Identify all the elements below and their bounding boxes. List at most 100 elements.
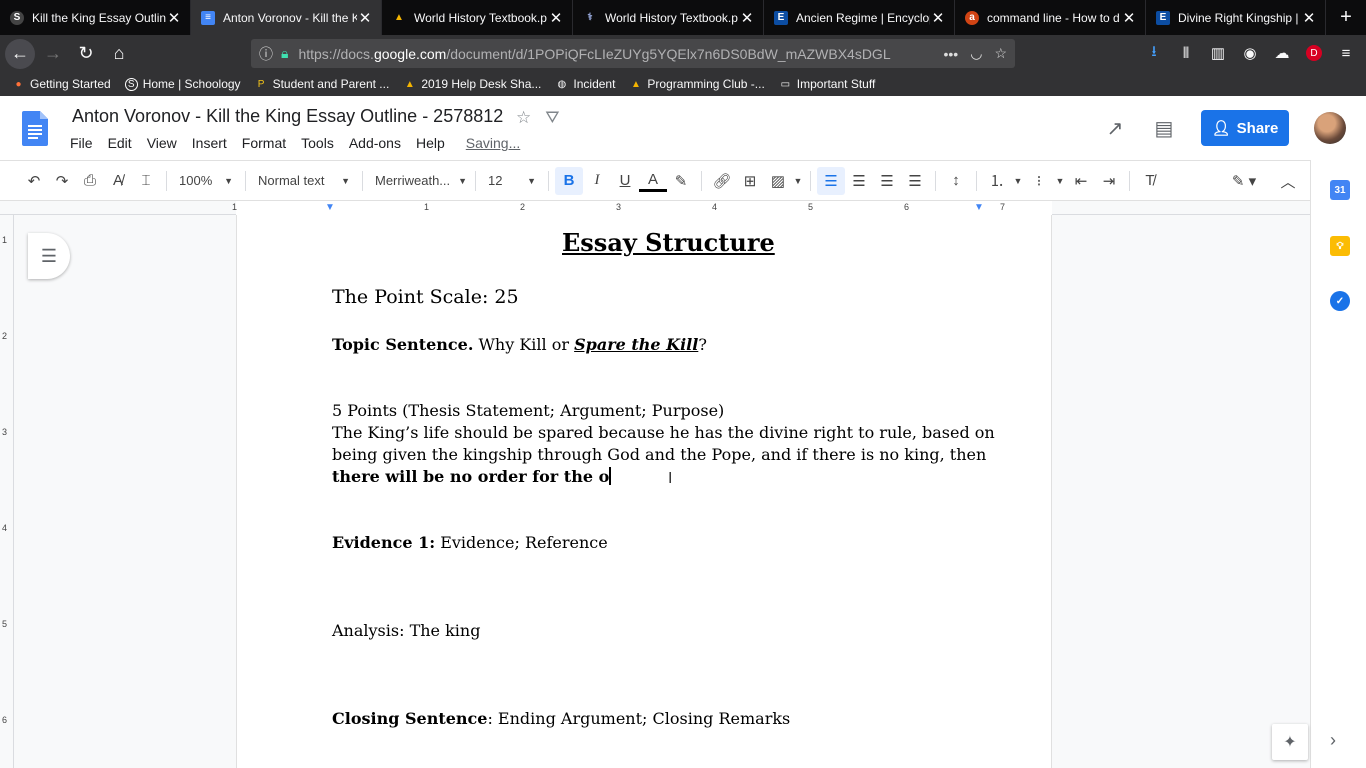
page-actions-icon[interactable]: ••• [944,46,959,62]
forward-arrow-icon[interactable]: → [38,39,68,69]
undo-icon[interactable]: ↶ [20,167,48,195]
spellcheck-icon[interactable]: A̸ [104,167,132,195]
sync-icon[interactable]: ☁ [1268,39,1296,67]
numbered-list-icon[interactable]: ⒈ [983,167,1011,195]
browser-tab[interactable]: a command line - How to d ✕ [955,0,1146,35]
point-scale-line[interactable]: The Point Scale: 25 [332,286,519,308]
close-tab-icon[interactable]: ✕ [357,9,373,27]
docs-logo-icon[interactable] [22,111,48,146]
link-icon[interactable]: 🔗︎ [708,167,736,195]
share-button[interactable]: 👤︎ Share [1201,110,1289,146]
menu-edit[interactable]: Edit [108,135,132,151]
add-comment-icon[interactable]: ⊞ [736,167,764,195]
bold-icon[interactable]: B [555,166,583,195]
align-justify-icon[interactable]: ☰ [901,167,929,195]
home-icon[interactable]: ⌂ [104,39,134,69]
pocket-icon[interactable]: ◡ [970,45,982,62]
italic-icon[interactable]: I [583,167,611,195]
analysis-line[interactable]: Analysis: The king [332,621,480,640]
browser-tab[interactable]: ▲ World History Textbook.p ✕ [382,0,573,35]
avatar[interactable] [1314,112,1346,144]
text-color-icon[interactable]: A [639,170,667,192]
close-tab-icon[interactable]: ✕ [548,9,564,27]
font-size-select[interactable]: 12 ▼ [482,173,542,188]
menu-icon[interactable]: ≡ [1332,39,1360,67]
address-bar[interactable]: ⓘ 🔒︎ https://docs.google.com/document/d/… [251,39,1015,68]
extension-d-icon[interactable]: D [1300,39,1328,67]
calendar-icon[interactable]: 31 [1330,180,1350,200]
document-outline-icon[interactable]: ☰ [28,233,70,279]
library-icon[interactable]: ⫴ [1172,39,1200,67]
info-icon[interactable]: ⓘ [259,44,273,64]
browser-tab[interactable]: E Ancien Regime | Encyclop ✕ [764,0,955,35]
menu-addons[interactable]: Add-ons [349,135,401,151]
clear-formatting-icon[interactable]: T̸ [1136,167,1164,195]
points-line[interactable]: 5 Points (Thesis Statement; Argument; Pu… [332,401,724,420]
menu-tools[interactable]: Tools [301,135,334,151]
insert-image-icon[interactable]: ▨ [764,167,792,195]
document-canvas[interactable]: ☰ Essay Structure The Point Scale: 25 To… [14,215,1310,768]
collapse-menus-icon[interactable]: ︿ [1274,167,1302,195]
save-status[interactable]: Saving... [466,135,520,151]
bulleted-list-icon[interactable]: ⁝ [1025,167,1053,195]
chevron-down-icon[interactable]: ▼ [792,167,804,195]
paint-format-icon[interactable]: ⌶ [132,167,160,195]
redo-icon[interactable]: ↷ [48,167,76,195]
chevron-right-icon[interactable]: › [1330,730,1336,751]
increase-indent-icon[interactable]: ⇥ [1095,167,1123,195]
menu-insert[interactable]: Insert [192,135,227,151]
editing-mode-icon[interactable]: ✎ ▾ [1230,167,1258,195]
vertical-ruler[interactable]: 1 2 3 4 5 6 [0,215,14,768]
bookmark-schoology[interactable]: S Home | Schoology [124,77,241,91]
bookmark-programming-club[interactable]: ▲ Programming Club -... [629,77,765,91]
move-to-folder-icon[interactable]: ⛛ [545,108,559,128]
closing-line[interactable]: Closing Sentence: Ending Argument; Closi… [332,709,790,728]
left-indent-marker[interactable]: ▼ [325,202,335,213]
bookmark-help-desk[interactable]: ▲ 2019 Help Desk Sha... [403,77,542,91]
close-tab-icon[interactable]: ✕ [166,9,182,27]
browser-tab[interactable]: S Kill the King Essay Outlin ✕ [0,0,191,35]
right-indent-marker[interactable]: ▼ [974,202,984,213]
align-right-icon[interactable]: ☰ [873,167,901,195]
explore-icon[interactable]: ✦ [1272,724,1308,760]
chevron-down-icon[interactable]: ▼ [1053,167,1067,195]
highlight-icon[interactable]: ✎ [667,167,695,195]
menu-file[interactable]: File [70,135,93,151]
document-title[interactable]: Anton Voronov - Kill the King Essay Outl… [72,106,503,127]
evidence-line[interactable]: Evidence 1: Evidence; Reference [332,533,608,552]
menu-format[interactable]: Format [242,135,286,151]
bookmark-star-icon[interactable]: ☆ [994,45,1007,62]
download-icon[interactable]: ⭳ [1140,39,1168,67]
star-icon[interactable]: ☆ [516,108,531,128]
align-left-icon[interactable]: ☰ [817,166,845,195]
essay-heading[interactable]: Essay Structure [562,228,775,257]
style-select[interactable]: Normal text ▼ [252,173,356,188]
thesis-line-3[interactable]: there will be no order for the o [332,467,611,486]
menu-view[interactable]: View [147,135,177,151]
thesis-line-2[interactable]: being given the kingship through God and… [332,445,986,464]
tasks-icon[interactable]: ✓ [1330,291,1350,311]
font-select[interactable]: Merriweath... ▼ [369,173,469,188]
close-tab-icon[interactable]: ✕ [1301,9,1317,27]
bookmark-important-stuff[interactable]: ▭ Important Stuff [779,77,876,91]
line-spacing-icon[interactable]: ↕ [942,167,970,195]
browser-tab-active[interactable]: ≡ Anton Voronov - Kill the K ✕ [191,0,382,35]
underline-icon[interactable]: U [611,167,639,195]
reload-icon[interactable]: ↻ [71,39,101,69]
browser-tab[interactable]: ⚕ World History Textbook.p ✕ [573,0,764,35]
topic-sentence-line[interactable]: Topic Sentence. Why Kill or Spare the Ki… [332,335,707,354]
chevron-down-icon[interactable]: ▼ [1011,167,1025,195]
back-arrow-icon[interactable]: ← [5,38,35,69]
bookmark-incident[interactable]: ◍ Incident [555,77,616,91]
new-tab-icon[interactable]: + [1331,0,1361,35]
decrease-indent-icon[interactable]: ⇤ [1067,167,1095,195]
bookmark-student-parent[interactable]: P Student and Parent ... [255,77,390,91]
sidebar-icon[interactable]: ▥ [1204,39,1232,67]
keep-icon[interactable]: 💡︎ [1330,236,1350,256]
browser-tab[interactable]: E Divine Right Kingship | E ✕ [1146,0,1326,35]
close-tab-icon[interactable]: ✕ [930,9,946,27]
comments-icon[interactable]: ▤ [1152,116,1176,141]
account-icon[interactable]: ◉ [1236,39,1264,67]
activity-trend-icon[interactable]: ↗ [1103,116,1127,141]
zoom-select[interactable]: 100% ▼ [173,173,239,188]
